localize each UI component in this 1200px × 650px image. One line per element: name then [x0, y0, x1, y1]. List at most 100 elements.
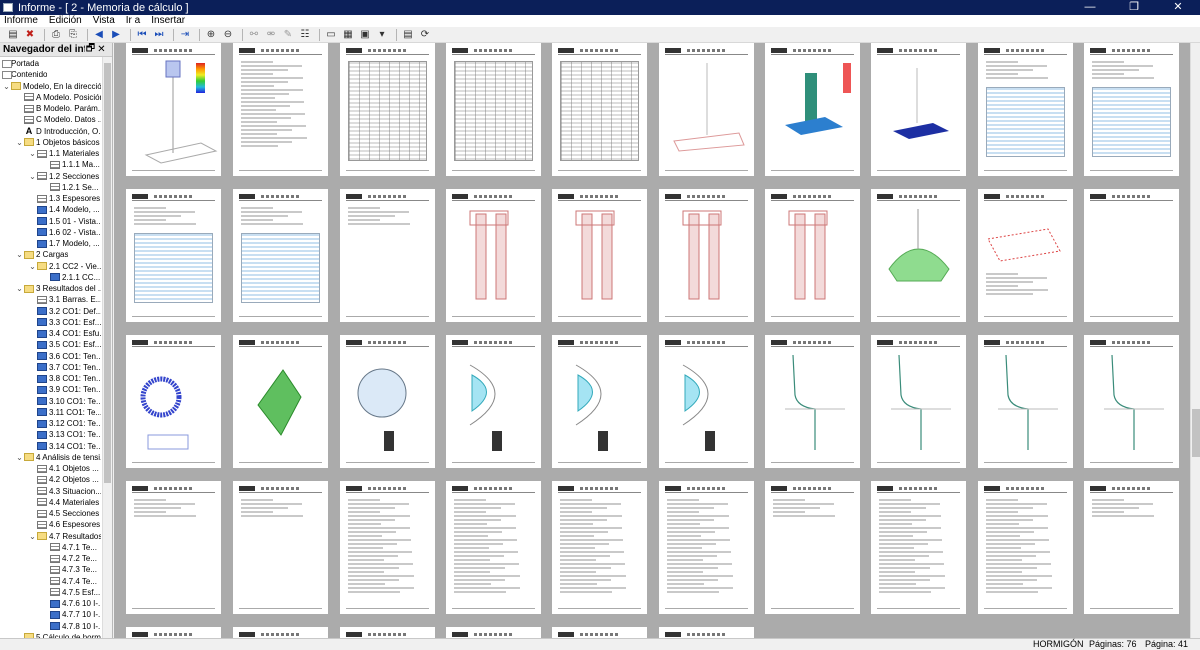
- expand-toggle-icon[interactable]: ⌄: [28, 262, 37, 271]
- navigator-item[interactable]: ⌄ Modelo, En la dirección...: [0, 81, 101, 92]
- page-thumbnail[interactable]: [1084, 43, 1179, 176]
- page-thumbnail[interactable]: [765, 335, 860, 468]
- navigator-item[interactable]: ⌄ 1 Objetos básicos: [0, 137, 101, 148]
- page-thumbnail[interactable]: [552, 481, 647, 614]
- expand-toggle-icon[interactable]: ⌄: [2, 82, 11, 91]
- export-icon[interactable]: ▤: [401, 28, 415, 41]
- navigator-item[interactable]: A Modelo. Posición: [0, 92, 101, 103]
- page-thumbnail[interactable]: [871, 335, 966, 468]
- menu-informe[interactable]: Informe: [4, 15, 38, 27]
- expand-toggle-icon[interactable]: ⌄: [28, 172, 37, 181]
- navigator-item[interactable]: 3.1 Barras. E...: [0, 294, 101, 305]
- expand-toggle-icon[interactable]: ⌄: [15, 138, 24, 147]
- page-thumbnail[interactable]: [552, 335, 647, 468]
- navigator-item[interactable]: ⌄ 3 Resultados del ...: [0, 283, 101, 294]
- page-thumbnail[interactable]: [126, 189, 221, 322]
- navigator-item[interactable]: Contenido: [0, 69, 101, 80]
- table-icon[interactable]: ▦: [341, 28, 355, 41]
- page-thumbnail[interactable]: [659, 189, 754, 322]
- minimize-button[interactable]: —: [1068, 0, 1112, 15]
- new-report-icon[interactable]: ▤: [6, 28, 20, 41]
- page-thumbnail[interactable]: [978, 335, 1073, 468]
- navigator-item[interactable]: 3.7 CO1: Ten...: [0, 362, 101, 373]
- page-thumbnail[interactable]: [1084, 335, 1179, 468]
- page-thumbnail[interactable]: [552, 189, 647, 322]
- navigator-item[interactable]: 4.7.7 10 I-...: [0, 609, 101, 620]
- navigator-item[interactable]: 3.3 CO1: Esf...: [0, 317, 101, 328]
- expand-toggle-icon[interactable]: ⌄: [28, 532, 37, 541]
- navigator-item[interactable]: ⌄ 2 Cargas: [0, 249, 101, 260]
- link-icon[interactable]: ⚯: [247, 28, 261, 41]
- page-thumbnail[interactable]: [659, 627, 754, 638]
- page-setup-icon[interactable]: ▭: [324, 28, 338, 41]
- navigator-item[interactable]: 3.8 CO1: Ten...: [0, 373, 101, 384]
- navigator-item[interactable]: 3.12 CO1: Te...: [0, 418, 101, 429]
- navigator-item[interactable]: 4.7.4 Te...: [0, 576, 101, 587]
- expand-toggle-icon[interactable]: ⌄: [15, 284, 24, 293]
- first-page-icon[interactable]: ⏮: [135, 28, 149, 41]
- navigator-item[interactable]: 4.5 Secciones: [0, 508, 101, 519]
- navigator-item[interactable]: 3.13 CO1: Te...: [0, 429, 101, 440]
- navigator-item[interactable]: 4.2 Objetos ...: [0, 474, 101, 485]
- navigator-item[interactable]: Portada: [0, 58, 101, 69]
- print-preview-icon[interactable]: ⎘: [66, 28, 80, 41]
- page-thumbnail[interactable]: [871, 481, 966, 614]
- page-thumbnail[interactable]: [233, 335, 328, 468]
- page-thumbnail[interactable]: [233, 189, 328, 322]
- page-thumbnail[interactable]: [340, 481, 435, 614]
- navigator-item[interactable]: C Modelo. Datos ...: [0, 114, 101, 125]
- navigator-item[interactable]: 4.3 Situacion...: [0, 486, 101, 497]
- navigator-item[interactable]: 3.4 CO1: Esfu...: [0, 328, 101, 339]
- expand-toggle-icon[interactable]: ⌄: [15, 250, 24, 259]
- menu-edicion[interactable]: Edición: [49, 15, 82, 27]
- navigator-item[interactable]: 4.7.3 Te...: [0, 564, 101, 575]
- navigator-item[interactable]: ⌄ 1.2 Secciones: [0, 171, 101, 182]
- close-button[interactable]: ✕: [1156, 0, 1200, 15]
- pin-icon[interactable]: 🗗: [85, 43, 96, 58]
- page-thumbnail[interactable]: [340, 189, 435, 322]
- page-thumbnail[interactable]: [659, 335, 754, 468]
- navigator-item[interactable]: 4.7.6 10 I-...: [0, 598, 101, 609]
- page-thumbnail[interactable]: [233, 43, 328, 176]
- navigator-item[interactable]: AD Introducción, O...: [0, 126, 101, 137]
- edit-icon[interactable]: ✎: [281, 28, 295, 41]
- page-thumbnail[interactable]: [126, 335, 221, 468]
- navigator-item[interactable]: ⌄ 4 Análisis de tensi...: [0, 452, 101, 463]
- page-thumbnail[interactable]: [340, 335, 435, 468]
- navigator-item[interactable]: B Modelo. Parám...: [0, 103, 101, 114]
- page-thumbnail[interactable]: [233, 481, 328, 614]
- navigator-item[interactable]: 1.6 02 - Vista...: [0, 227, 101, 238]
- go-to-page-icon[interactable]: ⇥: [178, 28, 192, 41]
- page-thumbnail[interactable]: [978, 481, 1073, 614]
- page-thumbnail[interactable]: [446, 627, 541, 638]
- page-thumbnail[interactable]: [1084, 189, 1179, 322]
- navigator-item[interactable]: 4.1 Objetos ...: [0, 463, 101, 474]
- menu-ir-a[interactable]: Ir a: [126, 15, 140, 27]
- next-icon[interactable]: ▶: [109, 28, 123, 41]
- navigator-item[interactable]: 1.5 01 - Vista...: [0, 216, 101, 227]
- navigator-scroll-thumb[interactable]: [104, 63, 111, 483]
- page-thumbnail[interactable]: [871, 189, 966, 322]
- page-thumbnail[interactable]: [446, 481, 541, 614]
- maximize-button[interactable]: ❐: [1112, 0, 1156, 15]
- navigator-item[interactable]: 3.5 CO1: Esf...: [0, 339, 101, 350]
- navigator-item[interactable]: 4.7.1 Te...: [0, 542, 101, 553]
- page-thumbnail[interactable]: [765, 43, 860, 176]
- page-thumbnail[interactable]: [552, 627, 647, 638]
- page-thumbnail[interactable]: [340, 43, 435, 176]
- image-icon[interactable]: ▣: [358, 28, 372, 41]
- page-thumbnail[interactable]: [446, 43, 541, 176]
- page-thumbnail[interactable]: [126, 481, 221, 614]
- expand-toggle-icon[interactable]: ⌄: [28, 149, 37, 158]
- navigator-item[interactable]: 3.11 CO1: Te...: [0, 407, 101, 418]
- menu-vista[interactable]: Vista: [93, 15, 115, 27]
- previous-icon[interactable]: ◀: [92, 28, 106, 41]
- zoom-out-icon[interactable]: ⊖: [221, 28, 235, 41]
- page-thumbnail[interactable]: [552, 43, 647, 176]
- page-thumbnail[interactable]: [233, 627, 328, 638]
- expand-toggle-icon[interactable]: ⌄: [15, 453, 24, 462]
- navigator-item[interactable]: 3.6 CO1: Ten...: [0, 351, 101, 362]
- navigator-item[interactable]: 3.10 CO1: Te...: [0, 396, 101, 407]
- navigator-item[interactable]: 1.4 Modelo, ...: [0, 204, 101, 215]
- navigator-item[interactable]: ⌄ 2.1 CC2 - Vie...: [0, 261, 101, 272]
